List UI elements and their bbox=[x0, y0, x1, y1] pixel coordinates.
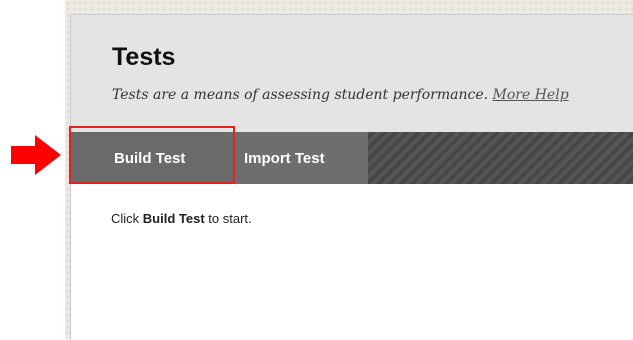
more-help-link[interactable]: More Help bbox=[493, 87, 569, 103]
page-header: Tests Tests are a means of assessing stu… bbox=[71, 15, 633, 132]
content-panel: Tests Tests are a means of assessing stu… bbox=[70, 14, 633, 340]
build-test-button[interactable]: Build Test bbox=[71, 132, 234, 184]
page-subtitle: Tests are a means of assessing student p… bbox=[112, 87, 569, 103]
instruction-suffix: to start. bbox=[204, 211, 252, 226]
page-title: Tests bbox=[112, 43, 176, 71]
subtitle-text: Tests are a means of assessing student p… bbox=[112, 87, 489, 103]
instruction-prefix: Click bbox=[111, 211, 143, 226]
instruction-bold: Build Test bbox=[142, 211, 205, 226]
action-bar: Build Test Import Test bbox=[71, 132, 633, 184]
import-test-button[interactable]: Import Test bbox=[234, 132, 368, 184]
right-arrow-icon bbox=[11, 135, 61, 175]
action-buttons: Build Test Import Test bbox=[71, 132, 368, 184]
instruction-text: Click Build Test to start. bbox=[111, 211, 252, 226]
